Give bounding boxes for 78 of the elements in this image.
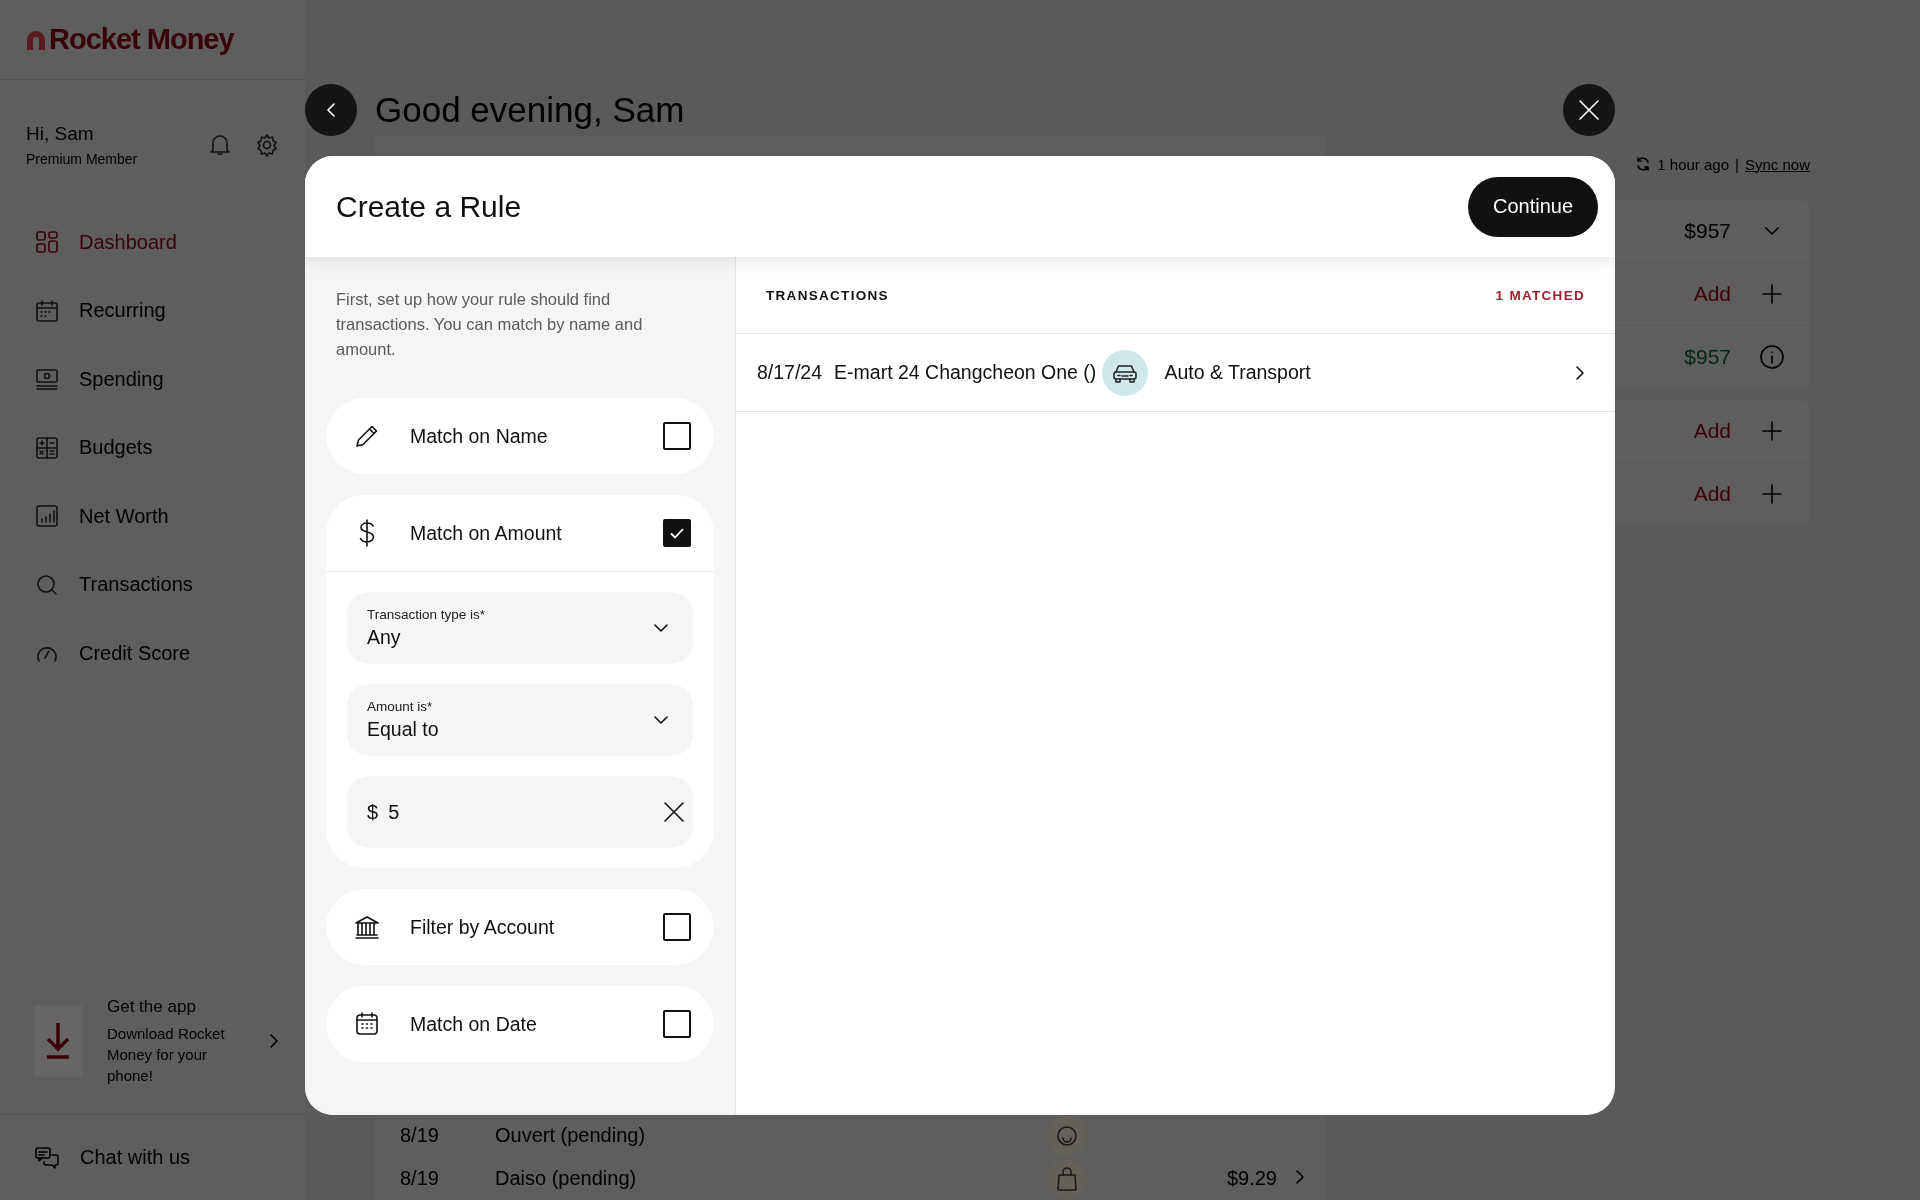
- category-label: Auto & Transport: [1164, 361, 1311, 384]
- dialog-title: Create a Rule: [336, 189, 523, 224]
- chevron-right-icon: [1575, 364, 1585, 381]
- close-button[interactable]: [1563, 84, 1615, 136]
- amount-input[interactable]: 5: [388, 800, 654, 824]
- nav-item[interactable]: Budgets: [79, 436, 153, 460]
- sync-icon: [1635, 156, 1652, 172]
- chevron-down-icon: [653, 623, 669, 633]
- amount-value: $957: [1684, 219, 1731, 243]
- nav-item[interactable]: Credit Score: [79, 641, 191, 665]
- transactions-heading: TRANSACTIONS: [766, 287, 889, 303]
- dropdown[interactable]: Amount is* Equal to: [347, 684, 693, 756]
- amount-value: $957: [1684, 345, 1731, 369]
- app-logo[interactable]: Rocket Money: [25, 23, 234, 56]
- checkbox[interactable]: [663, 519, 691, 547]
- calendar-icon: [354, 1011, 380, 1037]
- nav-item[interactable]: Spending: [79, 367, 164, 391]
- checkbox[interactable]: [663, 913, 691, 941]
- chat-link[interactable]: Chat with us: [80, 1146, 191, 1169]
- transaction-name: E-mart 24 Changcheon One (): [834, 361, 1097, 384]
- greeting: Hi, Sam: [26, 123, 95, 145]
- checkbox[interactable]: [663, 1010, 691, 1038]
- settings-icon[interactable]: [255, 133, 279, 157]
- transaction-date: 8/19: [400, 1167, 440, 1190]
- separator: |: [1735, 155, 1739, 173]
- download-icon: [34, 1005, 82, 1077]
- checkbox[interactable]: [663, 422, 691, 450]
- transaction-date: 8/17/24: [757, 361, 823, 384]
- criteria-label: Match on Name: [410, 424, 549, 448]
- chat-bubbles-icon: [34, 1145, 60, 1170]
- pencil-icon: [354, 423, 380, 449]
- criteria-label: Match on Date: [410, 1012, 538, 1036]
- transaction-name: Daiso (pending): [495, 1167, 638, 1190]
- membership-label: Premium Member: [26, 151, 139, 167]
- add-link[interactable]: Add: [1693, 419, 1731, 443]
- continue-button[interactable]: Continue: [1468, 176, 1598, 237]
- transaction-date: 8/19: [400, 1124, 440, 1147]
- grid-icon: [35, 230, 59, 255]
- promo-text: Download Rocket Money for your phone!: [107, 1023, 226, 1086]
- smiley-icon: [1047, 1115, 1087, 1156]
- nav-item[interactable]: Transactions: [79, 573, 193, 597]
- banknote-icon: [35, 367, 59, 392]
- currency-symbol: $: [367, 800, 379, 824]
- search-icon: [35, 572, 59, 597]
- checkmark-icon: [670, 527, 684, 539]
- add-link[interactable]: Add: [1693, 282, 1731, 306]
- page-title: Good evening, Sam: [375, 90, 685, 130]
- calculator-icon: [35, 435, 59, 460]
- back-button[interactable]: [305, 84, 357, 136]
- nav-item[interactable]: Dashboard: [79, 230, 177, 254]
- instructions-text: First, set up how your rule should find transactions. You can match by name and amount.: [335, 289, 644, 360]
- chevron-left-icon: [326, 102, 336, 118]
- matched-count: 1 MATCHED: [1495, 287, 1585, 303]
- promo-title: Get the app: [107, 996, 197, 1017]
- transaction-amount: $9.29: [1225, 1167, 1277, 1190]
- criteria-label: Filter by Account: [410, 915, 556, 939]
- bar-chart-icon: [35, 504, 59, 529]
- plus-icon: [1759, 484, 1785, 504]
- sync-now-link[interactable]: Sync now: [1744, 155, 1810, 173]
- dropdown[interactable]: Transaction type is* Any: [347, 592, 693, 664]
- nav-item[interactable]: Net Worth: [79, 504, 169, 528]
- chevron-right-icon[interactable]: [269, 1033, 279, 1049]
- amount-field[interactable]: $ 5: [347, 776, 693, 848]
- notifications-icon[interactable]: [209, 133, 231, 157]
- plus-icon: [1759, 421, 1785, 441]
- bank-icon: [354, 914, 380, 940]
- info-icon: [1759, 344, 1785, 370]
- sync-status: 1 hour ago: [1657, 155, 1730, 173]
- close-icon: [1578, 99, 1600, 121]
- chevron-right-icon: [1295, 1169, 1305, 1185]
- calendar-icon: [35, 298, 59, 323]
- transaction-name: Ouvert (pending): [495, 1124, 647, 1147]
- chevron-down-icon: [653, 715, 669, 725]
- plus-icon: [1759, 284, 1785, 304]
- clear-icon[interactable]: [663, 801, 686, 823]
- add-link[interactable]: Add: [1693, 482, 1731, 506]
- criteria-label: Match on Amount: [410, 521, 563, 545]
- nav-item[interactable]: Recurring: [79, 299, 166, 323]
